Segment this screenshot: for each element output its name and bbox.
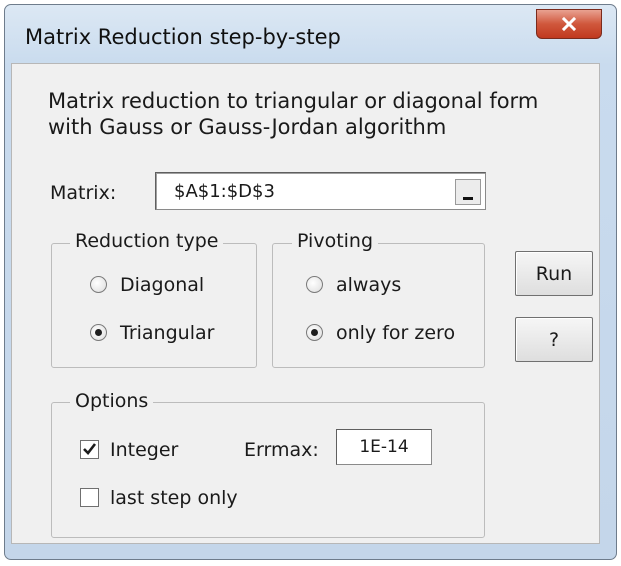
integer-label[interactable]: Integer <box>110 439 178 461</box>
reduction-type-group <box>51 243 257 368</box>
radio-only-for-zero[interactable] <box>306 324 323 341</box>
radio-selected-dot <box>95 329 102 336</box>
last-step-only-checkbox[interactable] <box>80 488 99 507</box>
help-button[interactable]: ? <box>515 317 593 362</box>
window-title: Matrix Reduction step-by-step <box>25 25 341 49</box>
matrix-label: Matrix: <box>50 182 117 204</box>
matrix-range-value: $A$1:$D$3 <box>174 181 275 202</box>
options-group <box>51 402 485 538</box>
radio-selected-dot <box>311 329 318 336</box>
radio-diagonal[interactable] <box>90 276 107 293</box>
collapse-icon <box>463 197 473 200</box>
close-button[interactable] <box>536 9 602 39</box>
pivoting-title: Pivoting <box>292 230 379 252</box>
options-title: Options <box>70 390 154 412</box>
description-line-1: Matrix reduction to triangular or diagon… <box>48 89 539 113</box>
radio-always[interactable] <box>306 276 323 293</box>
description-text: Matrix reduction to triangular or diagon… <box>48 88 568 140</box>
errmax-label: Errmax: <box>244 439 319 461</box>
description-line-2: with Gauss or Gauss-Jordan algorithm <box>48 115 447 139</box>
close-icon <box>561 16 577 32</box>
radio-triangular-label[interactable]: Triangular <box>120 322 214 344</box>
errmax-input[interactable]: 1E-14 <box>336 429 432 465</box>
matrix-range-input[interactable]: $A$1:$D$3 <box>155 172 486 210</box>
run-button[interactable]: Run <box>515 251 593 296</box>
range-collapse-button[interactable] <box>455 179 481 205</box>
radio-always-label[interactable]: always <box>336 274 401 296</box>
radio-diagonal-label[interactable]: Diagonal <box>120 274 204 296</box>
radio-only-for-zero-label[interactable]: only for zero <box>336 322 455 344</box>
last-step-only-label[interactable]: last step only <box>110 487 238 509</box>
title-bar[interactable]: Matrix Reduction step-by-step <box>5 5 616 65</box>
pivoting-group <box>272 243 485 368</box>
radio-triangular[interactable] <box>90 324 107 341</box>
reduction-type-title: Reduction type <box>70 230 224 252</box>
integer-checkbox[interactable] <box>80 440 99 459</box>
checkmark-icon <box>83 443 97 455</box>
